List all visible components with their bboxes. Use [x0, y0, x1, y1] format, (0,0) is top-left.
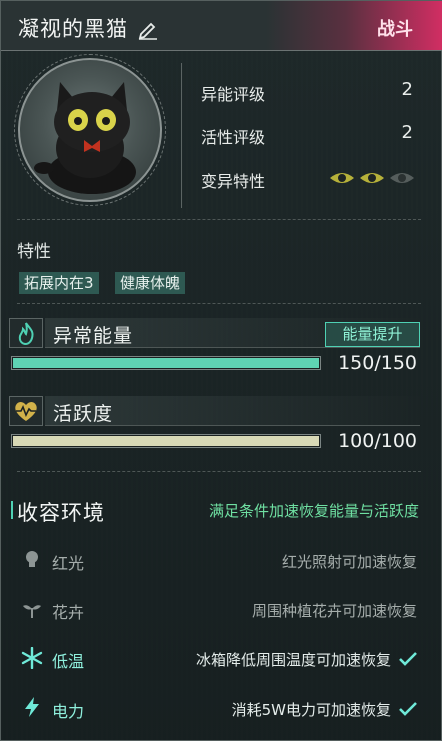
- activity-progress-bar: [11, 434, 321, 448]
- activity-value: 100/100: [338, 430, 417, 452]
- eye-icon: [330, 173, 354, 183]
- divider-vertical: [181, 63, 182, 208]
- energy-progress-bar: [11, 356, 321, 370]
- env-item-desc: 红光照射可加速恢复: [281, 553, 417, 571]
- energy-value: 150/150: [338, 352, 417, 374]
- env-item-desc: 周围种植花卉可加速恢复: [251, 602, 417, 620]
- traits-title: 特性: [17, 242, 51, 262]
- trait-tag[interactable]: 拓展内在3: [19, 272, 99, 294]
- eye-icon: [390, 173, 414, 183]
- checkmark-icon: [399, 702, 417, 716]
- mutation-eyes: [329, 170, 415, 186]
- divider-dashed: [17, 219, 421, 220]
- divider-dashed: [17, 471, 421, 472]
- divider-dashed: [17, 303, 421, 304]
- env-item-name: 低温: [52, 652, 85, 671]
- environment-hint: 满足条件加速恢复能量与活跃度: [208, 502, 419, 520]
- energy-upgrade-button[interactable]: 能量提升: [325, 322, 420, 347]
- stat-label-mutation: 变异特性: [201, 172, 266, 191]
- flame-icon: [18, 322, 34, 346]
- energy-title: 异常能量: [53, 325, 134, 347]
- character-detail-panel: 凝视的黑猫 战斗 异能评级 2 活性评级 2 变异特性 特性 拓展内在3 健康体…: [0, 0, 442, 741]
- pencil-edit-icon[interactable]: [137, 18, 159, 40]
- trait-tag[interactable]: 健康体魄: [115, 272, 186, 294]
- env-item-name: 花卉: [52, 603, 85, 622]
- eye-icon: [360, 173, 384, 183]
- checkmark-icon: [399, 652, 417, 666]
- character-name: 凝视的黑猫: [18, 17, 128, 41]
- battle-tab[interactable]: 战斗: [377, 15, 413, 41]
- activity-progress-fill: [13, 436, 319, 446]
- activity-title: 活跃度: [53, 403, 114, 425]
- cat-portrait: [18, 58, 162, 202]
- env-item-name: 电力: [52, 702, 85, 721]
- energy-progress-fill: [13, 358, 319, 368]
- sprout-icon: [23, 605, 41, 618]
- env-item-desc: 消耗5W电力可加速恢复: [231, 701, 391, 719]
- section-marker: [11, 501, 13, 519]
- activity-icon-box: [9, 396, 43, 426]
- heart-pulse-icon: [15, 402, 37, 421]
- stat-label-activity-rank: 活性评级: [201, 128, 266, 147]
- lightning-icon: [25, 697, 39, 717]
- environment-title: 收容环境: [17, 501, 105, 525]
- snowflake-icon: [21, 647, 43, 669]
- stat-label-ability-rank: 异能评级: [201, 85, 266, 104]
- stat-value-ability-rank: 2: [401, 79, 413, 100]
- env-item-name: 红光: [52, 554, 85, 573]
- bulb-icon: [26, 551, 38, 567]
- env-item-desc: 冰箱降低周围温度可加速恢复: [195, 651, 391, 669]
- energy-icon-box: [9, 318, 43, 348]
- header-bar: 凝视的黑猫 战斗: [1, 1, 442, 51]
- stat-value-activity-rank: 2: [401, 122, 413, 143]
